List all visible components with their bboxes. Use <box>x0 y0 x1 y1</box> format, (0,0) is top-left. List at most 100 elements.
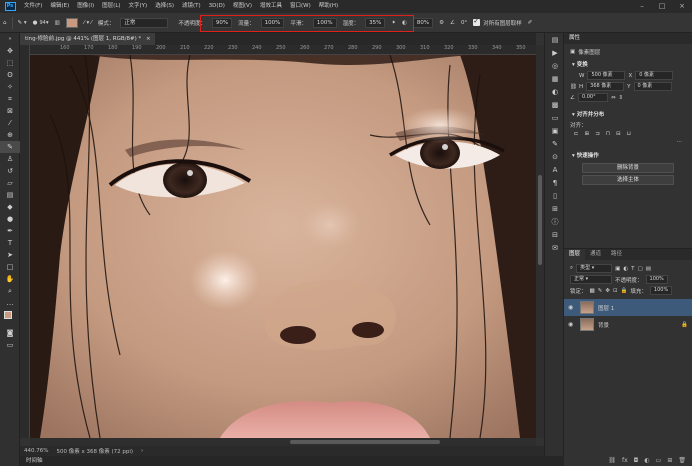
filter-adjust-icon[interactable]: ◐ <box>623 266 628 272</box>
width-field[interactable]: 500 像素 <box>587 71 626 80</box>
swatches-icon[interactable]: ▩ <box>545 98 565 111</box>
x-field[interactable]: 0 像素 <box>635 71 674 80</box>
layer-opacity-field[interactable]: 100% <box>645 275 668 284</box>
quick-actions-title[interactable]: ▾ 快速操作 <box>564 148 692 161</box>
libraries-icon[interactable]: ▦ <box>545 72 565 85</box>
tab-paths[interactable]: 路径 <box>606 249 627 260</box>
filter-type-icon[interactable]: T <box>631 266 634 272</box>
menu-plugins[interactable]: 增效工具 <box>256 0 286 13</box>
y-field[interactable]: 0 像素 <box>633 82 672 91</box>
vertical-scrollbar[interactable] <box>536 45 544 438</box>
align-top-icon[interactable]: ⊓ <box>606 131 610 137</box>
menu-file[interactable]: 文件(F) <box>20 0 46 13</box>
align-right-icon[interactable]: ⊐ <box>595 131 600 137</box>
visibility-eye-icon[interactable]: ◉ <box>568 321 576 328</box>
layer-name[interactable]: 背景 <box>598 321 609 329</box>
align-bottom-icon[interactable]: ⊔ <box>627 131 631 137</box>
pen-pressure-icon[interactable]: ✐ <box>525 13 536 33</box>
marquee-tool-icon[interactable]: ⬚ <box>0 57 20 69</box>
lock-pixels-icon[interactable]: ▩ <box>590 288 595 294</box>
height-field[interactable]: 368 像素 <box>586 82 625 91</box>
new-group-icon[interactable]: ▭ <box>656 457 662 464</box>
settings-gear-icon[interactable]: ⚙ <box>436 13 447 33</box>
align-center-icon[interactable]: ⊞ <box>585 131 590 137</box>
history-icon[interactable]: ▤ <box>545 33 565 46</box>
flip-vertical-icon[interactable]: ⇕ <box>619 95 624 101</box>
gradient-tool-icon[interactable]: ▤ <box>0 189 20 201</box>
minimize-button[interactable]: – <box>632 0 652 13</box>
zoom-level[interactable]: 440.76% <box>24 448 48 454</box>
zoom-tool-icon[interactable]: ⌕ <box>0 285 20 297</box>
quick-mask-icon[interactable]: ◙ <box>0 327 20 339</box>
add-mask-icon[interactable]: ◘ <box>634 457 639 464</box>
color-icon[interactable]: ◐ <box>545 85 565 98</box>
close-button[interactable]: × <box>672 0 692 13</box>
brush-settings-panel-icon[interactable]: ✎ <box>545 137 565 150</box>
constrain-link-icon[interactable]: ⛓ <box>570 84 577 90</box>
foreground-swatch[interactable] <box>63 13 81 33</box>
crop-tool-icon[interactable]: ⌗ <box>0 93 20 105</box>
brush-settings-icon[interactable]: ▥ <box>52 13 63 33</box>
color-swatches[interactable] <box>0 309 20 327</box>
glyphs-icon[interactable]: ▯ <box>545 189 565 202</box>
menu-view[interactable]: 视图(V) <box>229 0 256 13</box>
horizontal-scrollbar[interactable] <box>30 438 536 446</box>
actions-play-icon[interactable]: ▶ <box>545 46 565 59</box>
frame-tool-icon[interactable]: ⊠ <box>0 105 20 117</box>
brush-preset-picker[interactable]: ● 94 ▾ <box>30 13 52 33</box>
link-layers-icon[interactable]: ⛓ <box>608 457 616 464</box>
blur-tool-icon[interactable]: ◆ <box>0 201 20 213</box>
align-middle-icon[interactable]: ⊟ <box>616 131 621 137</box>
hand-tool-icon[interactable]: ✋ <box>0 273 20 285</box>
align-left-icon[interactable]: ⊏ <box>574 131 579 137</box>
lasso-tool-icon[interactable]: ʘ <box>0 69 20 81</box>
magic-wand-icon[interactable]: ✧ <box>0 81 20 93</box>
status-chevron-icon[interactable]: › <box>141 448 143 454</box>
tab-layers[interactable]: 图层 <box>564 249 586 260</box>
rectangle-tool-icon[interactable]: □ <box>0 261 20 273</box>
layer-row-selected[interactable]: ◉ 图层 1 <box>564 299 692 316</box>
blend-mode-select[interactable]: 正常 ▾ <box>570 275 612 284</box>
collapse-icon[interactable]: » <box>0 33 20 45</box>
type-tool-icon[interactable]: T <box>0 237 20 249</box>
menu-filter[interactable]: 滤镜(T) <box>178 0 205 13</box>
brush-tool-preset-icon[interactable]: ✎ ▾ <box>15 13 30 33</box>
document-tab[interactable]: ting-修脸前.jpg @ 441% (图层 1, RGB/8#) * × <box>20 33 155 45</box>
lock-paint-icon[interactable]: ✎ <box>598 288 603 294</box>
lock-position-icon[interactable]: ✥ <box>605 288 610 294</box>
more-tools-icon[interactable]: … <box>0 297 20 309</box>
filter-smart-icon[interactable]: ▤ <box>646 266 651 272</box>
menu-3d[interactable]: 3D(D) <box>205 0 229 13</box>
pen-tool-icon[interactable]: ✒ <box>0 225 20 237</box>
character-icon[interactable]: A <box>545 163 565 176</box>
new-layer-icon[interactable]: ⊞ <box>667 457 672 464</box>
tab-channels[interactable]: 通道 <box>585 249 606 260</box>
dodge-tool-icon[interactable]: ● <box>0 213 20 225</box>
scroll-thumb[interactable] <box>290 440 440 444</box>
filter-kind-select[interactable]: 类型 ▾ <box>576 264 613 273</box>
eyedropper-icon[interactable]: ⁄ <box>0 117 20 129</box>
patterns-icon[interactable]: ▣ <box>545 124 565 137</box>
stamp-tool-icon[interactable]: ♙ <box>0 153 20 165</box>
brush-mode-icons[interactable]: ⁄ ▾ ⁄ <box>81 13 95 33</box>
screen-mode-icon[interactable]: ▭ <box>0 339 20 351</box>
fill-field[interactable]: 100% <box>649 286 673 295</box>
menu-type[interactable]: 文字(Y) <box>125 0 152 13</box>
adjustments-icon[interactable]: ◎ <box>545 59 565 72</box>
path-selection-icon[interactable]: ➤ <box>0 249 20 261</box>
maximize-button[interactable]: □ <box>652 0 672 13</box>
menu-window[interactable]: 窗口(W) <box>286 0 315 13</box>
info-icon[interactable]: ⓘ <box>545 215 565 228</box>
filter-pixel-icon[interactable]: ▣ <box>615 266 620 272</box>
move-tool-icon[interactable]: ✥ <box>0 45 20 57</box>
adjustment-layer-icon[interactable]: ◐ <box>644 457 649 464</box>
sample-all-layers-checkbox[interactable]: 对所有图层取样 <box>470 13 525 33</box>
notes-icon[interactable]: ✉ <box>545 241 565 254</box>
mode-select[interactable]: 正常 <box>117 13 171 33</box>
menu-edit[interactable]: 编辑(E) <box>46 0 73 13</box>
navigator-icon[interactable]: ⊞ <box>545 202 565 215</box>
layer-style-icon[interactable]: fx <box>622 457 628 464</box>
flip-horizontal-icon[interactable]: ⇔ <box>611 95 616 101</box>
transform-section-title[interactable]: ▾ 变换 <box>564 57 692 70</box>
more-options-icon[interactable]: ⋯ <box>564 138 692 146</box>
